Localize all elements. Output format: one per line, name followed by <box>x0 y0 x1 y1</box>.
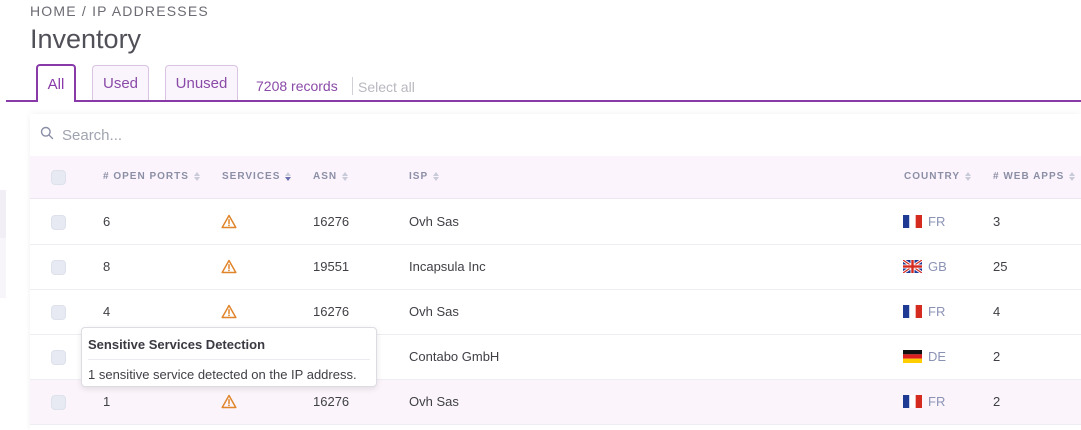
country-code: FR <box>928 394 946 409</box>
warning-icon[interactable] <box>221 259 237 274</box>
isp-value: Contabo GmbH <box>409 349 500 364</box>
column-header-asn[interactable]: ASN <box>313 171 349 182</box>
tooltip-divider <box>88 359 370 360</box>
search-icon <box>40 126 54 140</box>
records-count: 7208 records <box>256 78 338 94</box>
tab-all[interactable]: All <box>36 64 76 104</box>
web-apps-value: 4 <box>993 304 1001 319</box>
select-all-link[interactable]: Select all <box>358 79 415 95</box>
column-header-web-apps[interactable]: # WEB APPS <box>993 171 1076 182</box>
tooltip-body: 1 sensitive service detected on the IP a… <box>88 367 357 382</box>
sort-icon <box>342 172 349 181</box>
column-header-services[interactable]: SERVICES <box>222 171 292 182</box>
country-code: DE <box>928 349 947 364</box>
france-flag-icon <box>903 305 922 318</box>
table-header: # OPEN PORTS SERVICES ASN ISP COUNTRY # … <box>30 156 1081 199</box>
germany-flag-icon <box>903 350 922 363</box>
tab-used[interactable]: Used <box>92 65 149 100</box>
web-apps-value: 3 <box>993 214 1001 229</box>
uk-flag-icon <box>903 260 922 273</box>
search-input[interactable] <box>62 124 962 146</box>
table-row[interactable]: 8 19551 Incapsula Inc GB 25 <box>30 245 1081 290</box>
web-apps-value: 2 <box>993 349 1001 364</box>
tooltip-title: Sensitive Services Detection <box>88 337 266 352</box>
web-apps-value: 25 <box>993 259 1008 274</box>
sort-icon <box>433 172 440 181</box>
sort-icon <box>965 172 972 181</box>
open-ports-value: 8 <box>103 259 111 274</box>
sort-icon <box>193 172 200 181</box>
asn-value: 19551 <box>313 259 350 274</box>
open-ports-value: 6 <box>103 214 111 229</box>
sort-desc-icon <box>285 172 292 181</box>
tab-unused[interactable]: Unused <box>165 65 238 100</box>
side-panel-edge <box>0 190 6 238</box>
search-bar <box>30 114 1081 156</box>
isp-value: Ovh Sas <box>409 214 459 229</box>
column-header-country[interactable]: COUNTRY <box>904 171 972 182</box>
country-code: GB <box>928 259 947 274</box>
country-code: FR <box>928 304 946 319</box>
warning-icon[interactable] <box>221 214 237 229</box>
sensitive-services-tooltip: Sensitive Services Detection 1 sensitive… <box>81 327 377 387</box>
table-row[interactable]: 6 16276 Ovh Sas FR 3 <box>30 200 1081 245</box>
asn-value: 16276 <box>313 304 350 319</box>
row-checkbox[interactable] <box>51 260 66 275</box>
web-apps-value: 2 <box>993 394 1001 409</box>
row-checkbox[interactable] <box>51 395 66 410</box>
country-code: FR <box>928 214 946 229</box>
row-checkbox[interactable] <box>51 350 66 365</box>
warning-icon[interactable] <box>221 304 237 319</box>
open-ports-value: 1 <box>103 394 111 409</box>
row-checkbox[interactable] <box>51 305 66 320</box>
warning-icon[interactable] <box>221 394 237 409</box>
divider <box>352 77 353 95</box>
side-panel-edge <box>0 238 6 298</box>
isp-value: Ovh Sas <box>409 304 459 319</box>
column-header-open-ports[interactable]: # OPEN PORTS <box>103 171 200 182</box>
filter-tabs: All Used Unused 7208 records Select all <box>6 64 1081 104</box>
isp-value: Ovh Sas <box>409 394 459 409</box>
france-flag-icon <box>903 215 922 228</box>
breadcrumb[interactable]: HOME / IP ADDRESSES <box>30 3 209 19</box>
page-title: Inventory <box>30 24 142 54</box>
isp-value: Incapsula Inc <box>409 259 486 274</box>
asn-value: 16276 <box>313 214 350 229</box>
open-ports-value: 4 <box>103 304 111 319</box>
row-checkbox[interactable] <box>51 215 66 230</box>
select-all-checkbox[interactable] <box>51 170 66 185</box>
column-header-isp[interactable]: ISP <box>409 171 440 182</box>
sort-icon <box>1069 172 1076 181</box>
asn-value: 16276 <box>313 394 350 409</box>
france-flag-icon <box>903 395 922 408</box>
